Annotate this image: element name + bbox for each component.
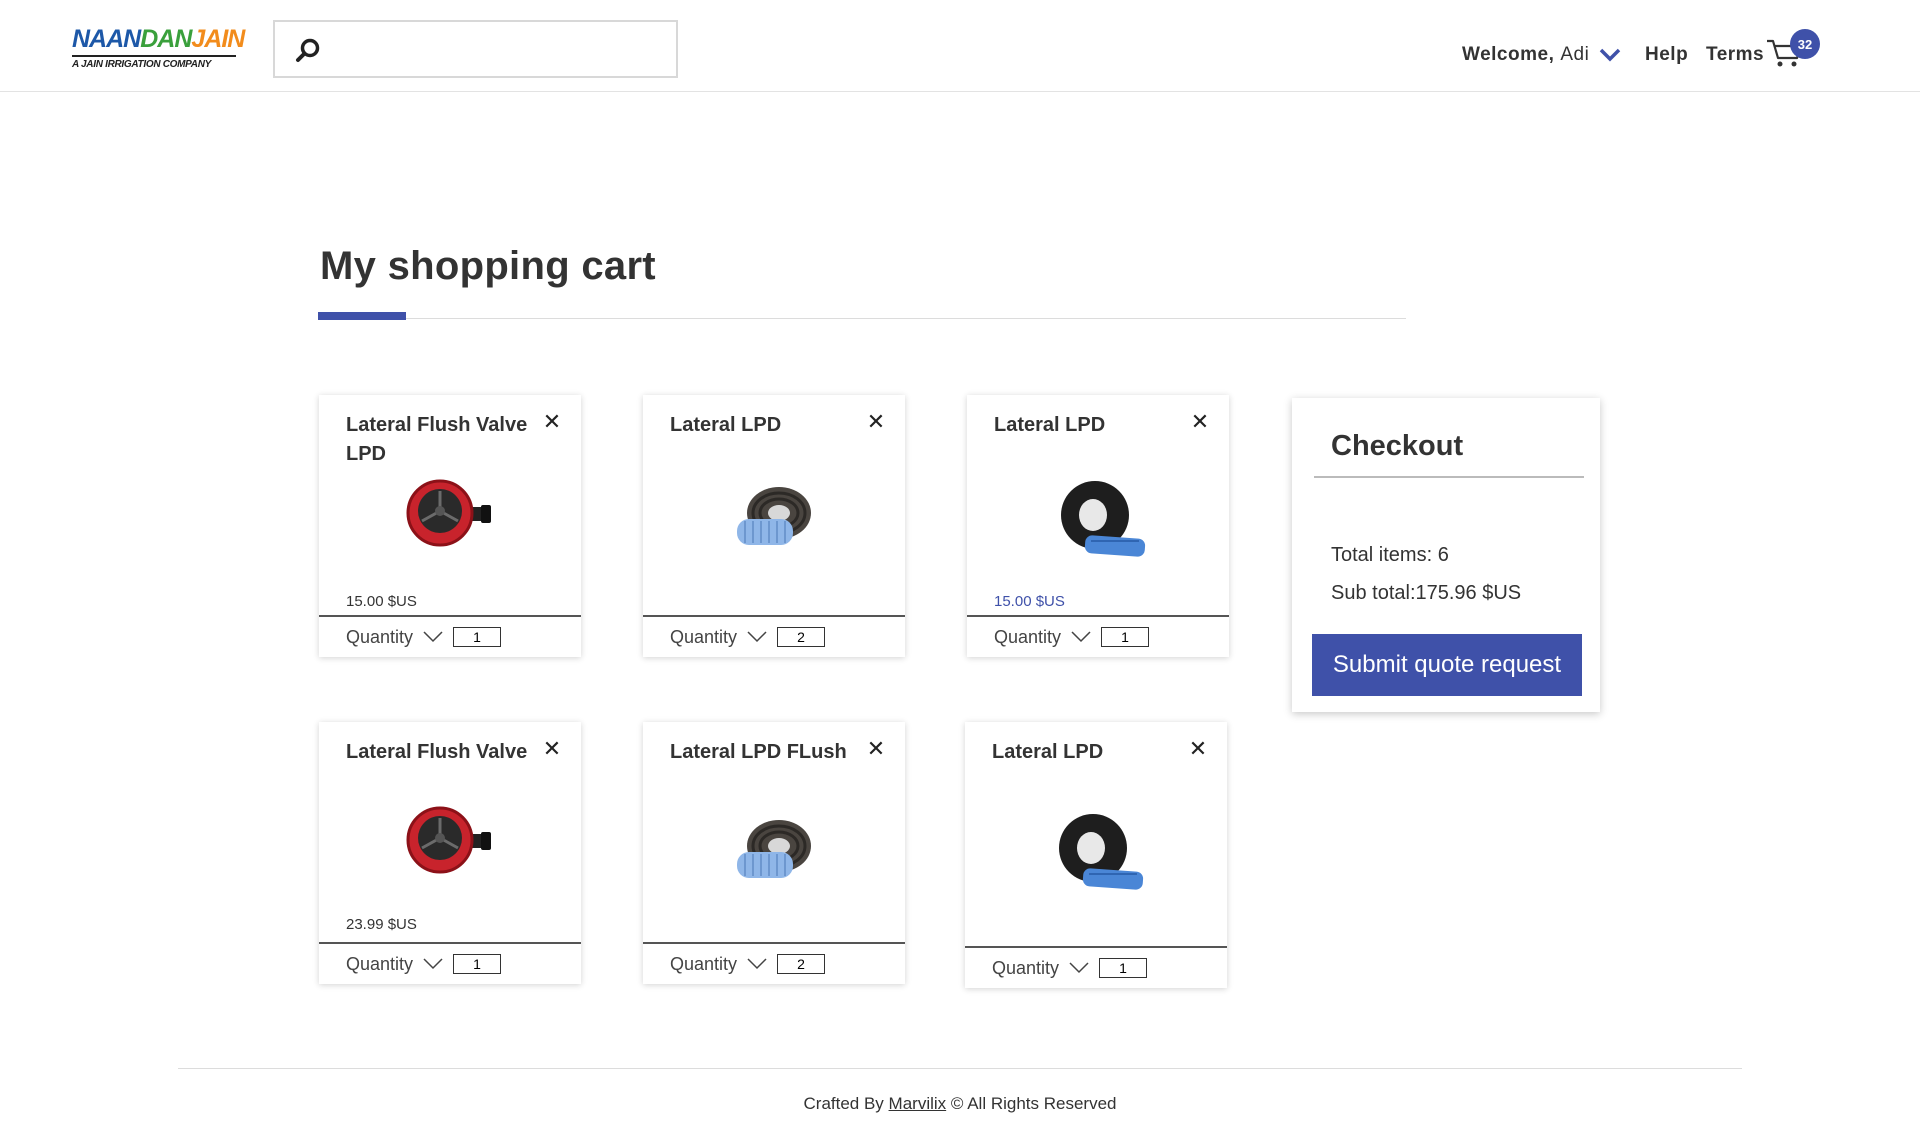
title-accent-bar (318, 312, 406, 320)
quantity-row: Quantity (643, 615, 905, 657)
quantity-row: Quantity (319, 615, 581, 657)
chevron-down-icon[interactable] (423, 958, 443, 970)
cart-item-card: Lateral Flush Valve ✕ 23.99 $US Quantity (319, 722, 581, 984)
quantity-row: Quantity (319, 942, 581, 984)
cart-item-card: Lateral LPD ✕ Quantity (965, 722, 1227, 988)
product-image-pipe-coil (737, 820, 811, 878)
checkout-panel: Checkout Total items: 6 Sub total:175.96… (1292, 398, 1600, 712)
remove-item-close-icon[interactable]: ✕ (541, 411, 563, 433)
quantity-row: Quantity (643, 942, 905, 984)
product-image-pipe-coil (1061, 481, 1146, 557)
footer-divider (178, 1068, 1742, 1069)
total-items: Total items: 6 (1331, 544, 1449, 566)
quantity-input[interactable] (453, 954, 502, 974)
product-name[interactable]: Lateral LPD FLush (670, 738, 860, 767)
cart-count-badge[interactable]: 32 (1790, 29, 1820, 59)
product-price: 15.00 $US (346, 593, 417, 610)
submit-quote-request-button[interactable]: Submit quote request (1312, 634, 1582, 696)
quantity-label: Quantity (346, 953, 414, 974)
naandanjain-logo[interactable]: NAANDANJAIN A JAIN IRRIGATION COMPANY (72, 24, 245, 74)
quantity-input[interactable] (777, 954, 826, 974)
product-name[interactable]: Lateral Flush Valve (346, 738, 536, 767)
sub-total: Sub total:175.96 $US (1331, 582, 1522, 604)
product-name[interactable]: Lateral Flush Valve LPD (346, 411, 536, 469)
search-icon[interactable] (293, 36, 323, 66)
welcome-label: Welcome, (1462, 44, 1555, 65)
chevron-down-icon[interactable] (747, 958, 767, 970)
footer-copyright: © All Rights Reserved (950, 1094, 1117, 1113)
quantity-input[interactable] (777, 627, 826, 647)
product-image-flush-valve (406, 479, 491, 547)
quantity-label: Quantity (346, 626, 414, 647)
chevron-down-icon[interactable] (1069, 962, 1089, 974)
marvilix-link[interactable]: Marvilix (889, 1094, 947, 1113)
cart-item-card: Lateral Flush Valve LPD ✕ 15.00 $US Quan… (319, 395, 581, 657)
chevron-down-icon[interactable] (747, 631, 767, 643)
quantity-row: Quantity (965, 946, 1227, 988)
checkout-divider (1314, 476, 1584, 478)
search-input[interactable] (339, 30, 659, 68)
terms-link[interactable]: Terms (1706, 40, 1764, 70)
welcome-user-menu[interactable]: Welcome, Adi (1462, 40, 1621, 70)
remove-item-close-icon[interactable]: ✕ (865, 738, 887, 760)
cart-item-card: Lateral LPD ✕ 15.00 $US Quantity (967, 395, 1229, 657)
product-name[interactable]: Lateral LPD (992, 738, 1182, 767)
footer-prefix: Crafted By (803, 1094, 884, 1113)
cart-item-card: Lateral LPD ✕ Quantity (643, 395, 905, 657)
help-link[interactable]: Help (1645, 40, 1688, 70)
remove-item-close-icon[interactable]: ✕ (541, 738, 563, 760)
chevron-down-icon[interactable] (423, 631, 443, 643)
site-header: NAANDANJAIN A JAIN IRRIGATION COMPANY (0, 0, 1920, 92)
quantity-input[interactable] (1101, 627, 1150, 647)
user-name: Adi (1560, 44, 1590, 65)
chevron-down-icon[interactable] (1599, 48, 1621, 62)
cart-item-card: Lateral LPD FLush ✕ Quantity (643, 722, 905, 984)
product-image-pipe-coil (1059, 814, 1144, 890)
product-price: 15.00 $US (994, 593, 1065, 610)
logo-tagline: A JAIN IRRIGATION COMPANY (72, 59, 211, 70)
quantity-row: Quantity (967, 615, 1229, 657)
product-image-pipe-coil (737, 487, 811, 545)
logo-wordmark: NAANDANJAIN (72, 25, 245, 53)
search-box[interactable] (273, 20, 678, 78)
quantity-label: Quantity (670, 626, 738, 647)
title-divider (318, 318, 1406, 319)
quantity-input[interactable] (453, 627, 502, 647)
quantity-input[interactable] (1099, 958, 1148, 978)
page-title: My shopping cart (320, 244, 656, 288)
chevron-down-icon[interactable] (1071, 631, 1091, 643)
product-price: 23.99 $US (346, 916, 417, 933)
quantity-label: Quantity (992, 957, 1060, 978)
remove-item-close-icon[interactable]: ✕ (1187, 738, 1209, 760)
product-image-flush-valve (406, 806, 491, 874)
quantity-label: Quantity (994, 626, 1062, 647)
product-name[interactable]: Lateral LPD (670, 411, 860, 440)
quantity-label: Quantity (670, 953, 738, 974)
checkout-title: Checkout (1331, 430, 1464, 462)
remove-item-close-icon[interactable]: ✕ (865, 411, 887, 433)
product-name[interactable]: Lateral LPD (994, 411, 1184, 440)
site-footer: Crafted By Marvilix © All Rights Reserve… (0, 1094, 1920, 1114)
logo-underline (72, 55, 236, 57)
remove-item-close-icon[interactable]: ✕ (1189, 411, 1211, 433)
